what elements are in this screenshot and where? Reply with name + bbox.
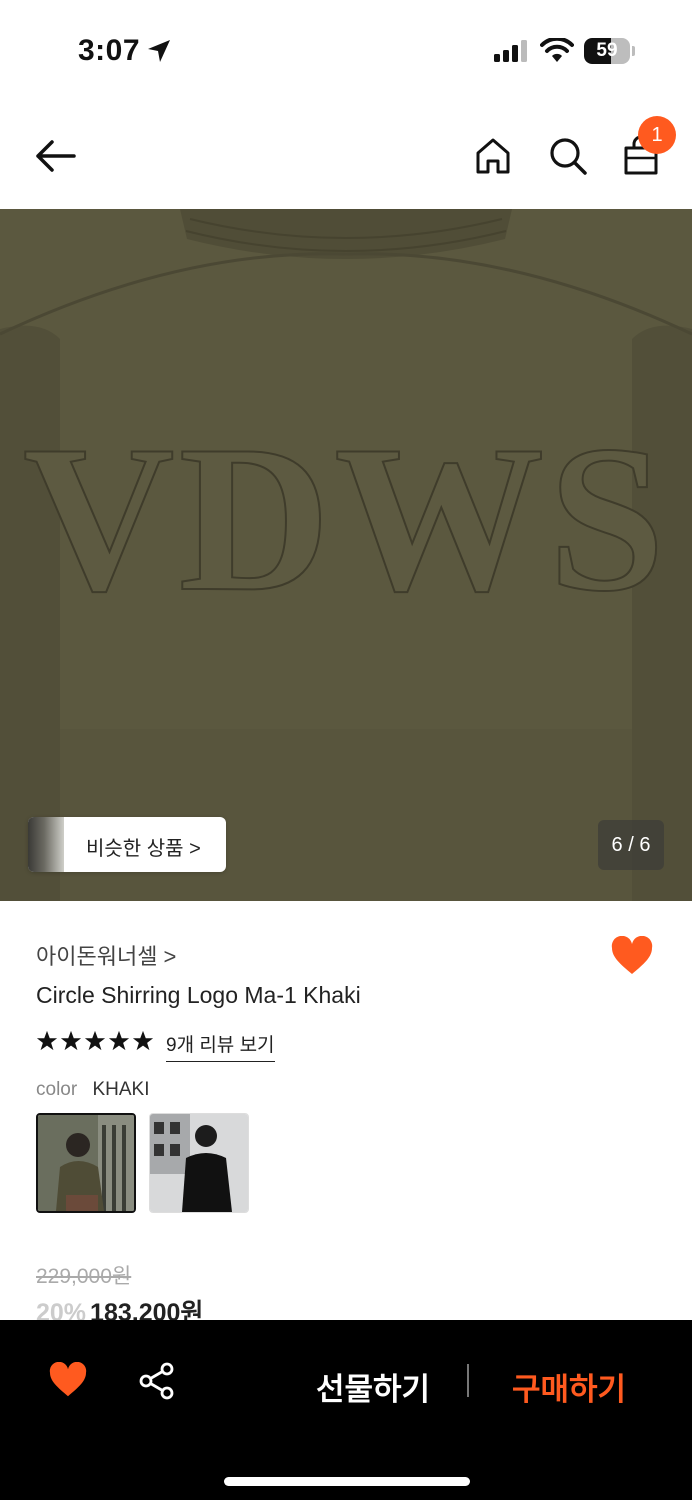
share-icon[interactable] [138,1362,176,1400]
battery-indicator: 59 [584,38,635,64]
rating-stars [36,1030,156,1056]
product-name: Circle Shirring Logo Ma-1 Khaki [36,982,361,1008]
location-arrow-icon [148,40,170,62]
swatch-photo-khaki [38,1115,134,1211]
similar-product-thumbnail [28,817,64,872]
top-navigation-bar: 1 [0,100,692,210]
search-icon[interactable] [548,136,588,176]
cart-count-badge: 1 [638,116,676,154]
action-divider [467,1364,469,1397]
gift-button[interactable]: 선물하기 [316,1364,430,1409]
star-icon [132,1030,154,1051]
buy-button[interactable]: 구매하기 [512,1364,626,1409]
color-value: KHAKI [92,1079,150,1100]
image-counter: 6 / 6 [598,820,664,870]
color-swatch-khaki[interactable] [36,1113,136,1213]
jacket-back-image: VDWS [0,209,692,901]
wishlist-heart-icon[interactable] [610,936,654,976]
back-arrow-icon[interactable] [34,138,78,174]
view-reviews-link[interactable]: 9개 리뷰 보기 [166,1030,275,1062]
home-indicator[interactable] [224,1477,470,1486]
status-bar: 3:07 59 [0,0,692,100]
brand-link[interactable]: 아이돈워너셀 > [36,939,176,971]
original-price: 229,000원 [36,1265,132,1288]
similar-products-label: 비슷한 상품 > [86,838,201,860]
color-swatch-black[interactable] [149,1113,249,1213]
star-icon [108,1030,130,1051]
star-icon [36,1030,58,1051]
wishlist-heart-icon[interactable] [48,1362,88,1398]
similar-products-button[interactable]: 비슷한 상품 > [28,817,226,872]
star-icon [84,1030,106,1051]
color-option-row: color KHAKI [36,1079,150,1101]
cellular-signal-icon [494,40,527,62]
wifi-icon [540,38,574,62]
star-icon [60,1030,82,1051]
status-time: 3:07 [78,34,141,67]
swatch-photo-black [150,1114,248,1212]
battery-percentage: 59 [596,40,618,61]
embroidered-logo-text: VDWS [23,403,669,635]
color-label: color [36,1079,78,1100]
home-icon[interactable] [474,136,512,176]
bottom-action-bar: 선물하기 구매하기 [0,1320,692,1500]
product-image-carousel[interactable]: VDWS [0,209,692,901]
